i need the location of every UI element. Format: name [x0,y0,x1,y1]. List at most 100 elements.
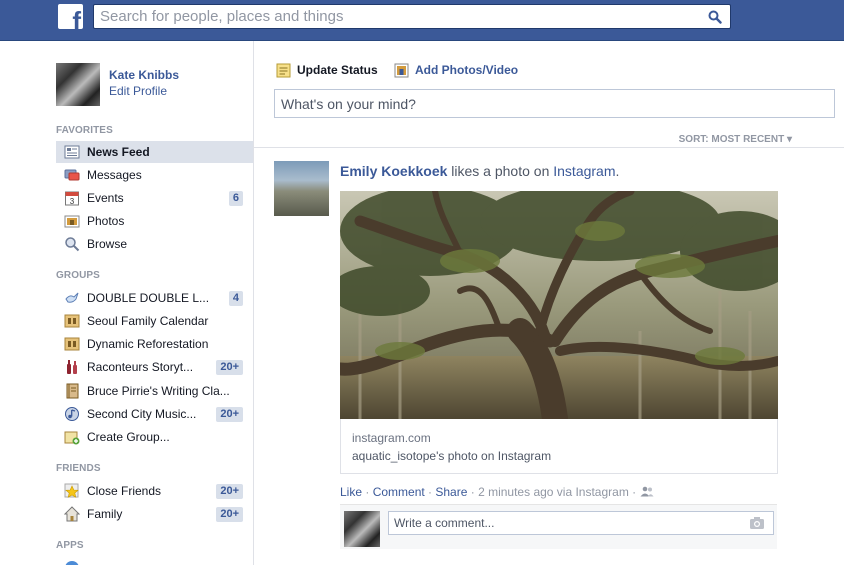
calendar-icon: 3 [65,191,79,206]
notebook-icon [66,383,79,399]
chevron-down-icon: ▾ [786,134,792,145]
avatar [344,511,380,547]
sidebar-item-label: News Feed [87,145,150,159]
separator: · [424,485,436,499]
story-actor-avatar[interactable] [274,161,329,216]
count-badge: 20+ [216,407,243,422]
sidebar-item-photos[interactable]: Photos [56,210,253,232]
photos-icon [64,215,80,228]
search-button[interactable] [700,5,730,28]
status-composer [274,89,835,118]
house-icon [64,506,80,522]
group-icon [64,314,80,328]
friends-audience-icon[interactable] [640,486,654,497]
story-actions: Like · Comment · Share · 2 minutes ago v… [340,485,654,499]
svg-text:3: 3 [70,197,75,206]
sidebar-item-group[interactable]: Second City Music... 20+ [56,403,253,425]
sort-dropdown[interactable]: SORT: MOST RECENT ▾ [672,134,792,145]
friends-heading[interactable]: FRIENDS [56,463,101,474]
sidebar-item-browse[interactable]: Browse [56,233,253,255]
favorites-heading[interactable]: FAVORITES [56,125,113,136]
story-header: Emily Koekkoek likes a photo on Instagra… [340,163,619,179]
attachment-title[interactable]: aquatic_isotope's photo on Instagram [352,449,551,463]
sidebar-item-family[interactable]: Family 20+ [56,503,253,525]
count-badge: 20+ [216,360,243,375]
sidebar-item-group[interactable]: Seoul Family Calendar [56,310,253,332]
search-icon [708,10,722,24]
shared-photo[interactable] [340,191,778,419]
separator: · [628,485,640,499]
sidebar-item-messages[interactable]: Messages [56,164,253,186]
sidebar-item-label: DOUBLE DOUBLE L... [87,291,210,305]
music-icon [65,407,79,421]
sidebar-item-label: Seoul Family Calendar [87,314,209,328]
search-box [93,4,731,29]
sidebar-item-group[interactable]: Raconteurs Storyt... 20+ [56,356,253,378]
actor-link[interactable]: Emily Koekkoek [340,163,447,179]
photos-icon [394,63,409,78]
status-input[interactable] [275,90,834,117]
story-verb: likes a photo on [447,163,554,179]
sidebar-item-group[interactable]: DOUBLE DOUBLE L... 4 [56,287,253,309]
like-link[interactable]: Like [340,485,362,499]
count-badge: 6 [228,191,243,206]
update-status-label: Update Status [297,63,378,77]
sidebar-item-group[interactable]: Bruce Pirrie's Writing Cla... [56,380,253,402]
comment-link[interactable]: Comment [373,485,425,499]
sort-label: SORT: MOST RECENT [678,134,785,145]
status-note-icon [276,63,291,78]
add-photos-label: Add Photos/Video [415,63,519,77]
count-badge: 4 [228,291,243,306]
news-feed-icon [64,145,80,159]
count-badge: 20+ [216,484,243,499]
groups-heading[interactable]: GROUPS [56,270,100,281]
messages-icon [64,169,80,181]
create-group-icon [64,431,80,445]
search-icon [65,237,80,252]
sidebar-item-label: Browse [87,237,128,251]
app-icon [65,561,79,565]
target-link[interactable]: Instagram [553,163,615,179]
avatar[interactable] [56,63,100,106]
search-input[interactable] [94,5,694,28]
sidebar-item-close-friends[interactable]: Close Friends 20+ [56,480,253,502]
count-badge: 20+ [216,507,243,522]
story-end: . [615,163,620,179]
sidebar-item-news-feed[interactable]: News Feed [56,141,253,163]
camera-icon[interactable] [749,516,765,530]
facebook-logo[interactable]: f [58,4,83,29]
divider [254,147,844,148]
tree-photo-graphic [340,191,778,419]
sidebar-item-label: Second City Music... [87,407,197,421]
separator: · [467,485,479,499]
edit-profile-link[interactable]: Edit Profile [109,84,167,98]
left-sidebar: Kate Knibbs Edit Profile FAVORITES News … [0,41,254,565]
sidebar-item-group[interactable]: Dynamic Reforestation [56,333,253,355]
sidebar-item-label: Family [87,507,123,521]
comment-composer [340,504,777,549]
sidebar-item-label: Messages [87,168,142,182]
sidebar-item-label: Photos [87,214,125,228]
profile-name-link[interactable]: Kate Knibbs [109,68,179,82]
top-bar: f [0,0,844,41]
group-icon [64,337,80,351]
shared-link-attachment[interactable]: instagram.com aquatic_isotope's photo on… [340,191,778,474]
apps-heading[interactable]: APPS [56,540,84,551]
sidebar-item-label: Close Friends [87,484,162,498]
wine-icon [67,360,77,374]
timestamp-link[interactable]: 2 minutes ago via Instagram [478,485,629,499]
comment-input[interactable] [389,512,739,534]
separator: · [362,485,373,499]
sidebar-item-events[interactable]: 3 Events 6 [56,187,253,209]
sidebar-item-label: Dynamic Reforestation [87,337,209,351]
sidebar-item-label: Events [87,191,124,205]
sidebar-item-label: Create Group... [87,430,170,444]
attachment-domain: instagram.com [352,431,431,445]
sidebar-item-app[interactable] [56,557,253,565]
dove-icon [65,292,79,303]
share-link[interactable]: Share [435,485,467,499]
sidebar-item-label: Raconteurs Storyt... [87,360,194,374]
comment-box [388,511,774,535]
star-icon [64,483,79,498]
sidebar-item-create-group[interactable]: Create Group... [56,426,253,448]
